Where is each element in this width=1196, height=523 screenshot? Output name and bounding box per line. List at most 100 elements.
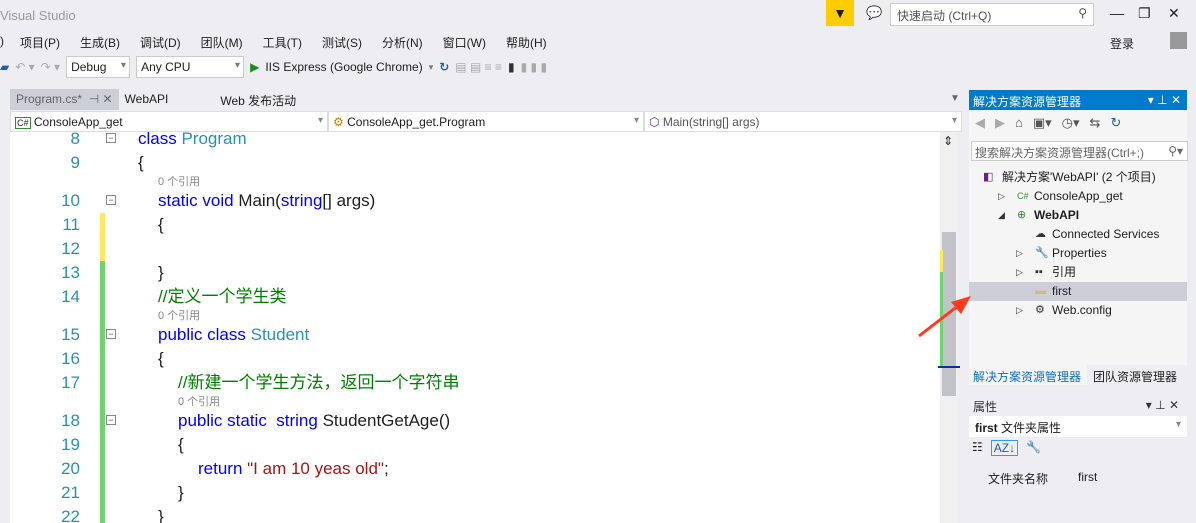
change-marker bbox=[100, 285, 105, 309]
property-row[interactable]: 文件夹名称 first bbox=[969, 467, 1187, 486]
back-icon[interactable]: ◀ bbox=[975, 115, 985, 131]
line-number: 17 bbox=[61, 373, 80, 392]
properties-object-select[interactable]: first 文件夹属性 ▾ bbox=[969, 416, 1187, 437]
tree-item[interactable]: ◢ ⊕ WebAPI bbox=[969, 206, 1187, 225]
find-icon[interactable]: ▤ ▤ ≡ ≡ bbox=[455, 60, 502, 74]
restore-button[interactable]: ❐ bbox=[1138, 5, 1151, 22]
collapse-icon[interactable]: − bbox=[106, 329, 116, 339]
platform-select[interactable]: Any CPU bbox=[136, 56, 245, 78]
refresh-icon[interactable]: ↻ bbox=[439, 60, 449, 74]
menu-item[interactable]: 团队(M) bbox=[201, 34, 243, 51]
code-text: public class Student bbox=[158, 323, 309, 347]
pending-changes-icon[interactable]: ◷▾ bbox=[1062, 115, 1080, 131]
menu-item[interactable]: 测试(S) bbox=[322, 34, 362, 51]
code-token: { bbox=[178, 435, 184, 454]
expand-arrow-icon[interactable]: ▷ bbox=[1016, 244, 1023, 263]
code-token: } bbox=[178, 483, 184, 502]
menu-item[interactable]: 生成(B) bbox=[80, 34, 120, 51]
tree-item[interactable]: ▷ ▪▪ 引用 bbox=[969, 263, 1187, 282]
sync-icon[interactable]: ▣▾ bbox=[1033, 115, 1052, 131]
tab-document[interactable]: Web 发布活动 bbox=[214, 89, 302, 110]
tree-item[interactable]: ▷ ⚙ Web.config bbox=[969, 301, 1187, 320]
tab-team-explorer[interactable]: 团队资源管理器 bbox=[1087, 365, 1184, 385]
panel-controls-icon[interactable]: ▾ ⊥ ✕ bbox=[1148, 93, 1181, 107]
tree-item-label: ConsoleApp_get bbox=[1034, 189, 1123, 203]
save-all-icon[interactable]: ▰ bbox=[0, 60, 9, 74]
tab-pin-close-icon[interactable]: ⊣ ✕ bbox=[82, 92, 113, 106]
project-dropdown[interactable]: C# ConsoleApp_get bbox=[10, 111, 328, 132]
type-dropdown[interactable]: ⚙ ConsoleApp_get.Program bbox=[328, 111, 644, 132]
collapse-icon[interactable]: − bbox=[106, 133, 116, 143]
tab-overflow-icon[interactable]: ▼ bbox=[950, 93, 960, 104]
alphabetical-icon[interactable]: AZ↓ bbox=[990, 440, 1019, 456]
home-icon[interactable]: ⌂ bbox=[1015, 115, 1023, 131]
close-button[interactable]: ✕ bbox=[1168, 5, 1180, 22]
config-select[interactable]: Debug bbox=[66, 56, 131, 78]
forward-icon[interactable]: ▶ bbox=[995, 115, 1005, 131]
avatar[interactable] bbox=[1170, 32, 1187, 49]
login-link[interactable]: 登录 bbox=[1110, 35, 1134, 52]
minimize-button[interactable]: — bbox=[1110, 5, 1124, 21]
menu-item[interactable]: 窗口(W) bbox=[443, 34, 486, 51]
tab-solution-explorer[interactable]: 解决方案资源管理器 bbox=[969, 365, 1087, 385]
property-value[interactable]: first bbox=[1078, 470, 1097, 484]
menu-item[interactable]: 分析(N) bbox=[382, 34, 423, 51]
change-marker bbox=[100, 433, 105, 457]
switch-views-icon[interactable]: ⇆ bbox=[1090, 115, 1101, 131]
bookmark-icon[interactable]: ▮ bbox=[508, 60, 515, 74]
menu-item[interactable]: 调试(D) bbox=[140, 34, 181, 51]
collapse-icon[interactable]: − bbox=[106, 195, 116, 205]
change-marker bbox=[100, 505, 105, 523]
bookmark-nav-icon[interactable]: ▮ ▮ ▮ bbox=[521, 60, 547, 74]
property-pages-icon[interactable]: 🔧 bbox=[1026, 440, 1041, 456]
code-line: 14 //定义一个学生类 bbox=[10, 285, 940, 309]
solution-search-input[interactable]: 搜索解决方案资源管理器(Ctrl+;) ⚲▾ bbox=[971, 141, 1188, 161]
tree-item[interactable]: ▬ first bbox=[969, 282, 1187, 301]
redo-icon[interactable]: ↷ ▾ bbox=[41, 60, 60, 74]
expand-arrow-icon[interactable]: ▷ bbox=[1016, 301, 1023, 320]
menu-item[interactable]: 工具(T) bbox=[263, 34, 302, 51]
tab-label: Web 发布活动 bbox=[220, 94, 297, 108]
line-number: 13 bbox=[61, 263, 80, 282]
feedback-icon[interactable]: 💬 bbox=[866, 5, 882, 21]
tree-item-label: Connected Services bbox=[1052, 227, 1160, 241]
reference-count[interactable]: 0 个引用 bbox=[10, 175, 940, 189]
reference-label[interactable]: 0 个引用 bbox=[158, 309, 200, 323]
reference-count[interactable]: 0 个引用 bbox=[10, 395, 940, 409]
menu-item-file-edge[interactable]: ) bbox=[0, 34, 4, 51]
code-editor[interactable]: 8− class Program 9{0 个引用 10− static void Mai… bbox=[10, 132, 940, 523]
code-line: 9{ bbox=[10, 151, 940, 175]
categorized-icon[interactable]: ☷ bbox=[972, 440, 983, 456]
run-dropdown-icon[interactable]: ▾ bbox=[429, 62, 434, 73]
project-label: ConsoleApp_get bbox=[33, 115, 123, 129]
properties-title: 属性 bbox=[973, 400, 998, 414]
member-dropdown[interactable]: ⬡ Main(string[] args) bbox=[644, 111, 962, 132]
tab-document[interactable]: WebAPI bbox=[119, 89, 175, 110]
tab-document[interactable]: Program.cs* ⊣ ✕ bbox=[10, 89, 119, 110]
code-token: public static string bbox=[178, 411, 323, 430]
code-text: public static string StudentGetAge() bbox=[178, 409, 450, 433]
panel-controls-icon[interactable]: ▾ ⊥ ✕ bbox=[1146, 398, 1179, 412]
collapse-icon[interactable]: − bbox=[106, 415, 116, 425]
tree-item[interactable]: ◧ 解决方案'WebAPI' (2 个项目) bbox=[969, 168, 1187, 187]
split-icon[interactable]: ⇕ bbox=[943, 134, 953, 148]
menu-item[interactable]: 帮助(H) bbox=[506, 34, 547, 51]
run-button[interactable]: IIS Express (Google Chrome) bbox=[265, 60, 422, 74]
tree-item[interactable]: ▷ C# ConsoleApp_get bbox=[969, 187, 1187, 206]
tree-item[interactable]: ☁ Connected Services bbox=[969, 225, 1187, 244]
run-icon[interactable]: ▶ bbox=[250, 60, 259, 74]
notification-filter-icon[interactable]: ▼ bbox=[826, 0, 854, 26]
reference-label[interactable]: 0 个引用 bbox=[178, 395, 220, 409]
expand-arrow-icon[interactable]: ◢ bbox=[998, 206, 1005, 225]
solution-icon: ◧ bbox=[983, 171, 994, 183]
undo-icon[interactable]: ↶ ▾ bbox=[15, 60, 34, 74]
reference-label[interactable]: 0 个引用 bbox=[158, 175, 200, 189]
expand-arrow-icon[interactable]: ▷ bbox=[1016, 263, 1023, 282]
reference-count[interactable]: 0 个引用 bbox=[10, 309, 940, 323]
tree-item[interactable]: ▷ 🔧 Properties bbox=[969, 244, 1187, 263]
refresh-icon[interactable]: ↻ bbox=[1110, 115, 1121, 131]
quick-launch-input[interactable]: 快速启动 (Ctrl+Q) ⚲ bbox=[890, 3, 1094, 26]
line-number: 15 bbox=[61, 325, 80, 344]
menu-item[interactable]: 项目(P) bbox=[20, 34, 60, 51]
expand-arrow-icon[interactable]: ▷ bbox=[998, 187, 1005, 206]
